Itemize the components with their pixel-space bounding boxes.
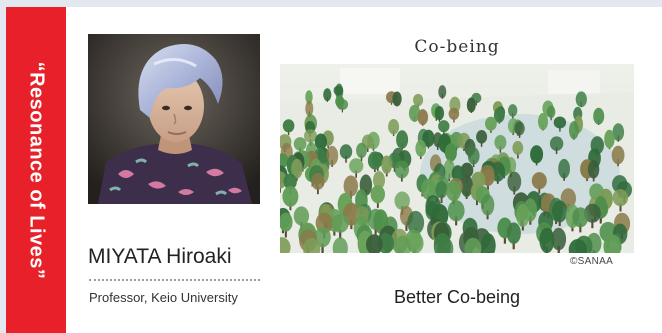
portrait-photo (88, 34, 260, 204)
side-tab: “Resonance of Lives” (6, 7, 66, 333)
photo-credit: ©SANAA (570, 256, 614, 267)
side-tab-label: “Resonance of Lives” (25, 61, 48, 279)
person-affiliation: Professor, Keio University (89, 290, 238, 305)
forest-model-illustration (280, 64, 634, 253)
person-name: MIYATA Hiroaki (88, 245, 232, 268)
name-divider (89, 279, 260, 281)
project-subtitle: Better Co-being (393, 287, 521, 307)
info-card: “Resonance of Lives” MIYATA Hiroaki Prof… (6, 7, 662, 333)
portrait-illustration (88, 34, 260, 204)
project-title: Co-being (414, 37, 500, 57)
project-photo (280, 64, 634, 253)
